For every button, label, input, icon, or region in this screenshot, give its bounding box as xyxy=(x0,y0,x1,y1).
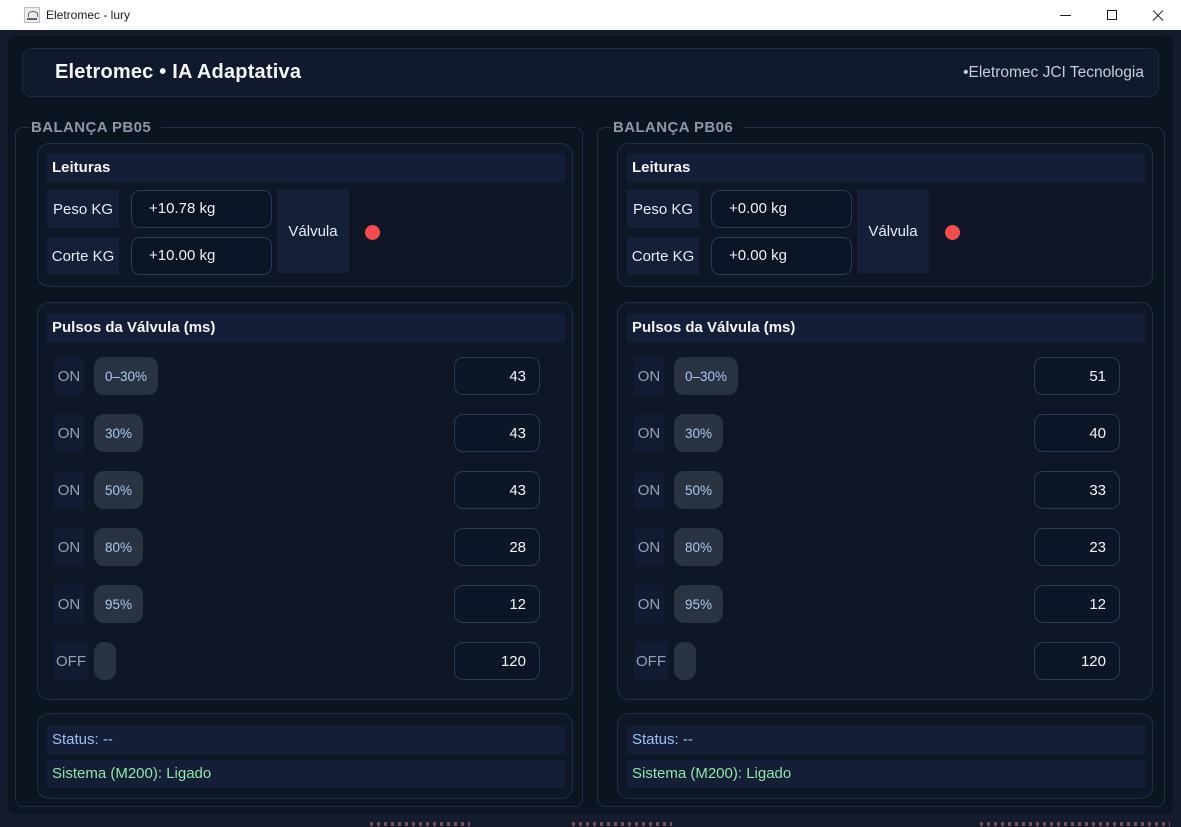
pulse-ms-input[interactable] xyxy=(454,642,540,680)
pulse-row: ON 0–30% xyxy=(618,357,1154,395)
system-line: Sistema (M200): Ligado xyxy=(47,760,565,788)
pulse-row: ON 95% xyxy=(618,585,1154,623)
readings-card: Leituras Peso KG +10.78 kg Corte KG +10.… xyxy=(37,143,573,287)
pulse-row: ON 0–30% xyxy=(38,357,574,395)
pulse-range-badge: 0–30% xyxy=(94,357,158,395)
window-titlebar: Eletromec - lury xyxy=(0,0,1181,30)
pulses-card: Pulsos da Válvula (ms) ON 0–30% ON 30% O… xyxy=(617,302,1153,700)
pulse-state-label: ON xyxy=(54,585,84,623)
app-content: Eletromec • IA Adaptativa •Eletromec JCI… xyxy=(0,30,1181,827)
minimize-button[interactable] xyxy=(1043,0,1089,30)
balance-panel-pb05: BALANÇA PB05 Leituras Peso KG +10.78 kg … xyxy=(15,127,583,807)
pulse-ms-input[interactable] xyxy=(1034,528,1120,566)
pulse-state-label: ON xyxy=(54,528,84,566)
peso-label: Peso KG xyxy=(47,190,119,228)
pulse-ms-input[interactable] xyxy=(454,585,540,623)
peso-label: Peso KG xyxy=(627,190,699,228)
pulse-ms-input[interactable] xyxy=(1034,585,1120,623)
pulse-state-label: ON xyxy=(634,585,664,623)
balance-panel-pb06: BALANÇA PB06 Leituras Peso KG +0.00 kg C… xyxy=(597,127,1165,807)
pulse-range-badge: 80% xyxy=(674,528,723,566)
maximize-icon xyxy=(1107,10,1117,20)
pulse-ms-input[interactable] xyxy=(454,528,540,566)
pulse-state-label: ON xyxy=(634,528,664,566)
pulse-ms-input[interactable] xyxy=(454,414,540,452)
pulse-row: ON 80% xyxy=(618,528,1154,566)
close-icon xyxy=(1152,9,1164,21)
pulse-state-label: ON xyxy=(54,471,84,509)
corte-label: Corte KG xyxy=(627,237,699,275)
corte-value: +0.00 kg xyxy=(711,237,852,275)
pulse-state-label: ON xyxy=(634,414,664,452)
pulse-row: ON 80% xyxy=(38,528,574,566)
pulse-row: ON 50% xyxy=(618,471,1154,509)
cutoff-content xyxy=(370,822,470,826)
pulse-state-label: ON xyxy=(634,471,664,509)
pulse-state-label: OFF xyxy=(54,642,88,680)
pulse-state-label: ON xyxy=(54,414,84,452)
pulse-range-badge: 95% xyxy=(94,585,143,623)
pulses-title: Pulsos da Válvula (ms) xyxy=(627,314,1145,342)
pulse-state-label: OFF xyxy=(634,642,668,680)
pulse-ms-input[interactable] xyxy=(454,471,540,509)
pulse-ms-input[interactable] xyxy=(1034,414,1120,452)
brand-label: •Eletromec JCI Tecnologia xyxy=(963,49,1144,96)
pulse-range-badge: 50% xyxy=(674,471,723,509)
pulse-state-label: ON xyxy=(54,357,84,395)
corte-label: Corte KG xyxy=(47,237,119,275)
pulse-range-badge xyxy=(674,642,696,680)
status-line: Status: -- xyxy=(627,726,1145,754)
peso-value: +0.00 kg xyxy=(711,190,852,228)
pulse-ms-input[interactable] xyxy=(1034,642,1120,680)
window-title: Eletromec - lury xyxy=(46,0,130,30)
status-card: Status: -- Sistema (M200): Ligado xyxy=(617,713,1153,799)
cutoff-content xyxy=(980,822,1170,826)
valvula-label: Válvula xyxy=(277,189,349,273)
pulse-range-badge: 30% xyxy=(94,414,143,452)
pulse-range-badge xyxy=(94,642,116,680)
pulse-range-badge: 50% xyxy=(94,471,143,509)
pulse-range-badge: 95% xyxy=(674,585,723,623)
valve-indicator-dot xyxy=(365,225,380,240)
pulse-row: ON 30% xyxy=(38,414,574,452)
readings-title: Leituras xyxy=(627,154,1145,182)
app-icon xyxy=(24,7,40,23)
maximize-button[interactable] xyxy=(1089,0,1135,30)
minimize-icon xyxy=(1060,15,1071,16)
pulses-card: Pulsos da Válvula (ms) ON 0–30% ON 30% O… xyxy=(37,302,573,700)
cutoff-content xyxy=(572,822,672,826)
valvula-label: Válvula xyxy=(857,189,929,273)
corte-value: +10.00 kg xyxy=(131,237,272,275)
pulse-state-label: ON xyxy=(634,357,664,395)
pulse-ms-input[interactable] xyxy=(454,357,540,395)
pulse-row: ON 50% xyxy=(38,471,574,509)
valve-indicator-dot xyxy=(945,225,960,240)
pulse-range-badge: 30% xyxy=(674,414,723,452)
close-button[interactable] xyxy=(1135,0,1181,30)
pulses-title: Pulsos da Válvula (ms) xyxy=(47,314,565,342)
status-line: Status: -- xyxy=(47,726,565,754)
pulse-row: OFF xyxy=(38,642,574,680)
status-card: Status: -- Sistema (M200): Ligado xyxy=(37,713,573,799)
readings-card: Leituras Peso KG +0.00 kg Corte KG +0.00… xyxy=(617,143,1153,287)
balance-panel-title: BALANÇA PB06 xyxy=(612,117,743,138)
pulse-ms-input[interactable] xyxy=(1034,357,1120,395)
pulse-range-badge: 80% xyxy=(94,528,143,566)
pulse-ms-input[interactable] xyxy=(1034,471,1120,509)
page-title: Eletromec • IA Adaptativa xyxy=(55,49,301,96)
pulse-row: ON 30% xyxy=(618,414,1154,452)
peso-value: +10.78 kg xyxy=(131,190,272,228)
pulse-range-badge: 0–30% xyxy=(674,357,738,395)
system-line: Sistema (M200): Ligado xyxy=(627,760,1145,788)
balance-panel-title: BALANÇA PB05 xyxy=(30,117,161,138)
pulse-row: ON 95% xyxy=(38,585,574,623)
readings-title: Leituras xyxy=(47,154,565,182)
app-header: Eletromec • IA Adaptativa •Eletromec JCI… xyxy=(22,48,1159,97)
pulse-row: OFF xyxy=(618,642,1154,680)
